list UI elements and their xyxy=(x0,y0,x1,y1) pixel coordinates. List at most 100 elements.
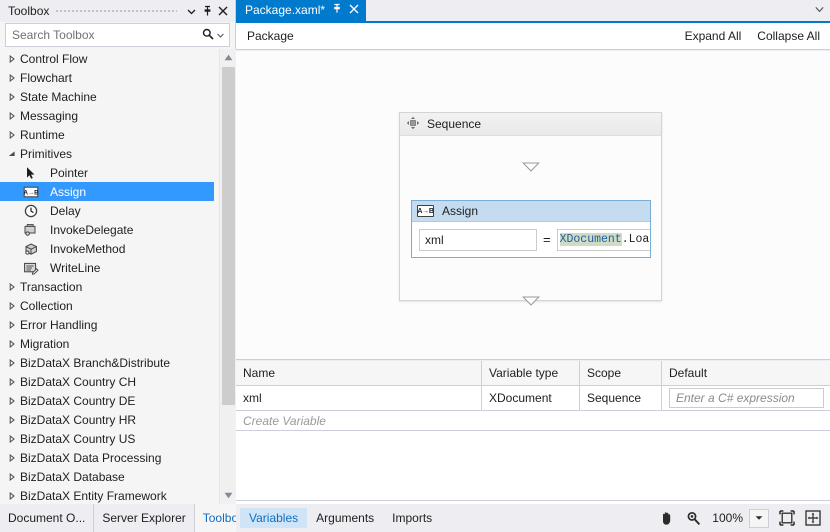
assign-expression-field[interactable]: XDocument.Load( xyxy=(556,228,650,251)
chevron-collapsed-icon[interactable] xyxy=(6,472,18,481)
toolbox-item-control-flow[interactable]: Control Flow xyxy=(0,49,219,68)
chevron-down-icon[interactable] xyxy=(808,0,830,21)
document-tab-package-xaml[interactable]: Package.xaml* xyxy=(236,0,367,21)
chevron-collapsed-icon[interactable] xyxy=(6,92,18,101)
toolbox-item-bizdatax-country-us[interactable]: BizDataX Country US xyxy=(0,429,219,448)
toolbox-item-error-handling[interactable]: Error Handling xyxy=(0,315,219,334)
chevron-collapsed-icon[interactable] xyxy=(6,491,18,500)
zoom-dropdown-button[interactable] xyxy=(749,508,769,528)
toolbox-item-bizdatax-database[interactable]: BizDataX Database xyxy=(0,467,219,486)
designer-tab-imports[interactable]: Imports xyxy=(383,508,441,528)
toolbox-item-migration[interactable]: Migration xyxy=(0,334,219,353)
column-header-default[interactable]: Default xyxy=(662,361,829,385)
fit-to-screen-icon[interactable] xyxy=(774,507,800,529)
designer-status-bar: Variables Arguments Imports 100% xyxy=(236,504,830,532)
toolbox-scrollbar[interactable] xyxy=(219,49,236,504)
chevron-collapsed-icon[interactable] xyxy=(6,73,18,82)
chevron-collapsed-icon[interactable] xyxy=(6,282,18,291)
breadcrumb[interactable]: Package xyxy=(247,29,294,43)
toolbox-item-state-machine[interactable]: State Machine xyxy=(0,87,219,106)
panel-tab-server-explorer[interactable]: Server Explorer xyxy=(94,504,195,532)
toolbox-item-list: Control Flow Flowchart State Machine Messag… xyxy=(0,49,219,504)
toolbox-item-invokemethod[interactable]: InvokeMethod xyxy=(0,239,219,258)
chevron-collapsed-icon[interactable] xyxy=(6,111,18,120)
assign-header[interactable]: A→B Assign xyxy=(412,201,650,222)
workflow-designer-canvas[interactable]: Sequence A→B Assign xml = XDocument .Loa xyxy=(236,51,830,360)
pin-icon[interactable] xyxy=(199,2,215,20)
toolbox-drag-grip[interactable] xyxy=(55,0,177,22)
toolbox-item-delay[interactable]: Delay xyxy=(0,201,219,220)
scrollbar-thumb[interactable] xyxy=(222,67,235,405)
variable-default-cell[interactable]: Enter a C# expression xyxy=(662,386,829,410)
chevron-collapsed-icon[interactable] xyxy=(6,301,18,310)
chevron-collapsed-icon[interactable] xyxy=(6,434,18,443)
default-expression-input[interactable]: Enter a C# expression xyxy=(669,388,824,408)
table-row[interactable]: xml XDocument Sequence Enter a C# expressio… xyxy=(236,386,830,411)
magnifier-icon[interactable] xyxy=(680,507,706,529)
expand-all-link[interactable]: Expand All xyxy=(685,29,742,43)
toolbox-item-transaction[interactable]: Transaction xyxy=(0,277,219,296)
toolbox-item-bizdatax-country-de[interactable]: BizDataX Country DE xyxy=(0,391,219,410)
chevron-collapsed-icon[interactable] xyxy=(6,130,18,139)
expand-canvas-icon[interactable] xyxy=(800,507,826,529)
chevron-collapsed-icon[interactable] xyxy=(6,377,18,386)
breadcrumb-bar: Package Expand All Collapse All xyxy=(236,23,830,50)
toolbox-item-pointer[interactable]: Pointer xyxy=(0,163,219,182)
assign-activity[interactable]: A→B Assign xml = XDocument.Load( xyxy=(411,200,651,258)
search-input[interactable] xyxy=(6,28,202,42)
chevron-collapsed-icon[interactable] xyxy=(6,54,18,63)
variable-name-cell[interactable]: xml xyxy=(236,386,482,410)
toolbox-item-primitives[interactable]: Primitives xyxy=(0,144,219,163)
variables-grid: Name Variable type Scope Default xml XDocume… xyxy=(236,361,830,504)
pan-hand-icon[interactable] xyxy=(654,507,680,529)
chevron-collapsed-icon[interactable] xyxy=(6,453,18,462)
toolbox-item-flowchart[interactable]: Flowchart xyxy=(0,68,219,87)
chevron-collapsed-icon[interactable] xyxy=(6,339,18,348)
chevron-collapsed-icon[interactable] xyxy=(6,358,18,367)
toolbox-item-bizdatax-country-ch[interactable]: BizDataX Country CH xyxy=(0,372,219,391)
variable-type-cell[interactable]: XDocument xyxy=(482,386,580,410)
sequence-header[interactable]: Sequence xyxy=(400,113,661,136)
toolbox-item-invokedelegate[interactable]: InvokeDelegate xyxy=(0,220,219,239)
toolbox-item-label: Flowchart xyxy=(20,70,73,85)
document-tabstrip: Package.xaml* xyxy=(236,0,830,23)
chevron-down-icon[interactable] xyxy=(217,28,224,42)
sequence-connector-top[interactable] xyxy=(400,162,661,172)
toolbox-item-bizdatax-entity-framework[interactable]: BizDataX Entity Framework xyxy=(0,486,219,504)
toolbox-item-writeline[interactable]: WriteLine xyxy=(0,258,219,277)
toolbox-item-collection[interactable]: Collection xyxy=(0,296,219,315)
toolbox-item-label: BizDataX Country CH xyxy=(20,374,137,389)
create-variable-row[interactable]: Create Variable xyxy=(236,411,830,431)
variable-scope-cell[interactable]: Sequence xyxy=(580,386,662,410)
panel-tab-document-o[interactable]: Document O... xyxy=(0,504,95,532)
pin-icon[interactable] xyxy=(332,3,342,17)
chevron-collapsed-icon[interactable] xyxy=(6,320,18,329)
close-icon[interactable] xyxy=(349,3,359,16)
column-header-variable-type[interactable]: Variable type xyxy=(482,361,580,385)
close-icon[interactable] xyxy=(215,2,231,20)
column-header-name[interactable]: Name xyxy=(236,361,482,385)
chevron-expanded-icon[interactable] xyxy=(6,150,18,158)
toolbox-item-bizdatax-branch-distribute[interactable]: BizDataX Branch&Distribute xyxy=(0,353,219,372)
toolbox-item-assign[interactable]: A→B Assign xyxy=(0,182,214,201)
toolbox-item-bizdatax-country-hr[interactable]: BizDataX Country HR xyxy=(0,410,219,429)
assign-to-field[interactable]: xml xyxy=(419,228,537,251)
designer-tab-arguments[interactable]: Arguments xyxy=(307,508,383,528)
toolbox-item-label: Collection xyxy=(20,298,73,313)
chevron-down-icon[interactable] xyxy=(183,2,199,20)
toolbox-title: Toolbox xyxy=(8,4,50,18)
scroll-up-arrow-icon[interactable] xyxy=(220,49,236,66)
chevron-collapsed-icon[interactable] xyxy=(6,415,18,424)
toolbox-item-messaging[interactable]: Messaging xyxy=(0,106,219,125)
toolbox-item-bizdatax-data-processing[interactable]: BizDataX Data Processing xyxy=(0,448,219,467)
column-header-scope[interactable]: Scope xyxy=(580,361,662,385)
designer-tab-variables[interactable]: Variables xyxy=(240,508,308,528)
sequence-activity[interactable]: Sequence A→B Assign xml = XDocument .Loa xyxy=(399,112,662,306)
search-toolbox-field[interactable] xyxy=(5,23,230,47)
chevron-collapsed-icon[interactable] xyxy=(6,396,18,405)
scroll-down-arrow-icon[interactable] xyxy=(220,487,236,504)
toolbox-item-runtime[interactable]: Runtime xyxy=(0,125,219,144)
search-icon[interactable] xyxy=(202,28,214,43)
sequence-connector-bottom[interactable] xyxy=(400,296,661,306)
collapse-all-link[interactable]: Collapse All xyxy=(757,29,820,43)
